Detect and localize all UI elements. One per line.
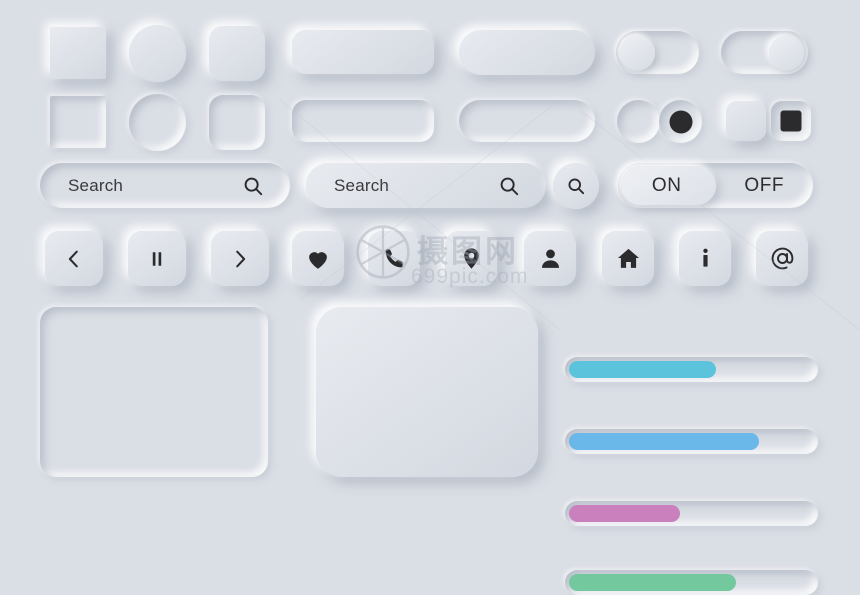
button-previous[interactable] — [45, 231, 103, 286]
radio-checked[interactable] — [659, 100, 702, 143]
progress-bar-pink[interactable] — [565, 501, 818, 526]
segment-on[interactable]: ON — [618, 163, 716, 208]
button-pill-raised[interactable] — [459, 30, 595, 75]
shape-square-raised[interactable] — [50, 27, 106, 79]
search-icon — [568, 178, 585, 195]
button-favorite[interactable] — [292, 231, 344, 286]
search-icon[interactable] — [242, 175, 264, 197]
search-round-button[interactable] — [553, 163, 599, 209]
panel-raised[interactable] — [316, 307, 538, 477]
shape-rounded-square-inset[interactable] — [209, 95, 265, 150]
shape-square-inset[interactable] — [50, 96, 106, 148]
toggle-switch-on[interactable] — [721, 31, 808, 74]
info-icon — [702, 248, 708, 267]
at-sign-icon — [771, 247, 793, 270]
button-profile[interactable] — [524, 231, 576, 286]
previous-icon — [68, 250, 78, 267]
button-next[interactable] — [211, 231, 269, 286]
home-icon — [617, 248, 639, 268]
radio-dot — [669, 110, 692, 133]
pause-icon — [152, 251, 162, 266]
toggle-switch-off[interactable] — [616, 31, 699, 74]
toggle-knob[interactable] — [769, 35, 804, 70]
button-pill-inset[interactable] — [459, 100, 595, 142]
button-pause[interactable] — [128, 231, 186, 286]
button-location[interactable] — [445, 231, 497, 286]
button-info[interactable] — [679, 231, 731, 286]
panel-inset[interactable] — [40, 307, 268, 477]
progress-fill — [569, 574, 736, 591]
checkbox-mark — [780, 110, 802, 132]
search-input-raised[interactable]: Search — [306, 163, 546, 208]
checkbox-unchecked[interactable] — [726, 101, 766, 141]
person-icon — [541, 249, 559, 268]
next-icon — [236, 250, 246, 267]
search-icon[interactable] — [498, 175, 520, 197]
heart-icon — [309, 251, 327, 269]
button-call[interactable] — [368, 231, 420, 286]
shape-rounded-square-raised[interactable] — [209, 26, 265, 81]
search-input-text: Search — [68, 175, 124, 195]
button-email[interactable] — [756, 231, 808, 286]
search-input-inset[interactable]: Search — [40, 163, 290, 208]
ui-kit-canvas: Search Search ON OFF 摄图网 699pic.com — [0, 0, 860, 595]
progress-fill — [569, 433, 759, 450]
on-off-segmented-control[interactable]: ON OFF — [618, 163, 813, 208]
progress-bar-green[interactable] — [565, 570, 818, 595]
progress-fill — [569, 361, 716, 378]
button-rounded-rect-inset[interactable] — [292, 100, 434, 142]
button-rounded-rect-raised[interactable] — [292, 30, 434, 74]
location-pin-icon — [463, 248, 479, 269]
radio-unchecked[interactable] — [617, 100, 660, 143]
progress-bar-blue[interactable] — [565, 429, 818, 454]
search-input-text: Search — [334, 175, 390, 195]
shape-circle-raised[interactable] — [129, 25, 186, 82]
toggle-knob[interactable] — [620, 35, 655, 70]
progress-fill — [569, 505, 681, 522]
button-home[interactable] — [602, 231, 654, 286]
phone-icon — [385, 249, 403, 268]
checkbox-checked[interactable] — [771, 101, 811, 141]
segment-off[interactable]: OFF — [716, 163, 814, 208]
progress-bar-teal[interactable] — [565, 357, 818, 382]
shape-circle-inset[interactable] — [129, 94, 186, 151]
